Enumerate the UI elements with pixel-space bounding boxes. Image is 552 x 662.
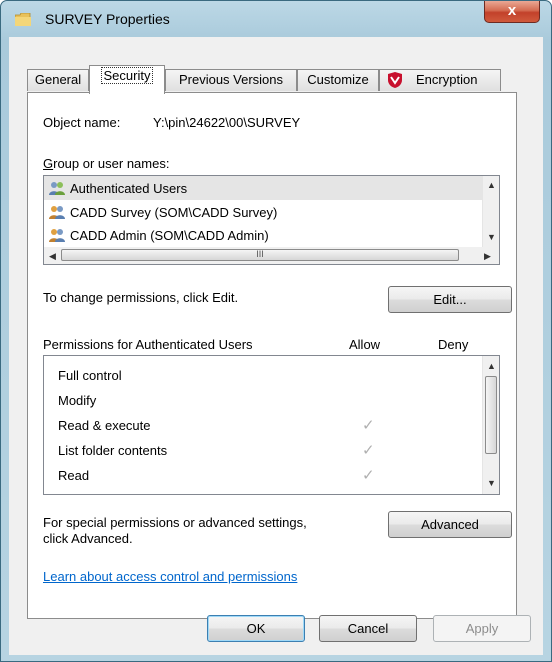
group-icon xyxy=(49,229,65,242)
user-list-vertical-scrollbar[interactable]: ▲ ▼ xyxy=(482,176,499,247)
scroll-down-icon[interactable]: ▼ xyxy=(487,232,496,242)
allow-check-icon: ✓ xyxy=(362,417,375,434)
allow-check-icon: ✓ xyxy=(362,442,375,459)
group-label: Group or user names: xyxy=(43,156,170,171)
user-list[interactable]: Authenticated Users CADD Survey (SOM\CAD… xyxy=(43,175,500,265)
advanced-button[interactable]: Advanced xyxy=(388,511,512,538)
learn-access-control-link[interactable]: Learn about access control and permissio… xyxy=(43,569,297,584)
object-name-value: Y:\pin\24622\00\SURVEY xyxy=(153,115,301,130)
scroll-left-icon[interactable]: ◀ xyxy=(49,251,56,261)
properties-window: SURVEY Properties x General Security Pre… xyxy=(0,0,552,662)
permissions-vertical-scrollbar[interactable]: ▲ ▼ xyxy=(482,356,499,494)
list-item[interactable]: CADD Admin (SOM\CADD Admin) xyxy=(48,225,478,246)
permission-modify: Modify xyxy=(58,393,97,408)
window-title: SURVEY Properties xyxy=(45,11,170,27)
scroll-right-icon[interactable]: ▶ xyxy=(484,251,491,261)
special-permissions-text-2: click Advanced. xyxy=(43,531,133,546)
list-item[interactable]: Authenticated Users xyxy=(48,178,478,199)
mcafee-shield-icon xyxy=(388,72,402,88)
security-panel: Object name: Y:\pin\24622\00\SURVEY Grou… xyxy=(27,92,517,619)
group-icon xyxy=(49,206,65,219)
scroll-up-icon[interactable]: ▲ xyxy=(487,361,496,371)
apply-button[interactable]: Apply xyxy=(433,615,531,642)
tab-encryption[interactable]: Encryption xyxy=(379,69,501,91)
object-name-label: Object name: xyxy=(43,115,121,130)
title-bar[interactable]: SURVEY Properties x xyxy=(1,1,551,37)
scroll-up-icon[interactable]: ▲ xyxy=(487,180,496,190)
edit-button[interactable]: Edit... xyxy=(388,286,512,313)
tab-previous-versions[interactable]: Previous Versions xyxy=(165,69,297,91)
ok-button[interactable]: OK xyxy=(207,615,305,642)
tab-general[interactable]: General xyxy=(27,69,89,91)
permission-full-control: Full control xyxy=(58,368,122,383)
tab-security[interactable]: Security xyxy=(89,65,165,94)
permission-read: Read xyxy=(58,468,90,483)
tab-customize[interactable]: Customize xyxy=(297,69,379,91)
vertical-scroll-thumb[interactable] xyxy=(485,376,497,454)
permissions-label: Permissions for Authenticated Users xyxy=(43,337,253,352)
permissions-list[interactable]: Full control Modify Read & execute ✓ Lis… xyxy=(43,355,500,495)
user-list-horizontal-scrollbar[interactable]: ◀ III ▶ xyxy=(44,247,499,264)
permission-read-execute: Read & execute xyxy=(58,418,151,433)
special-permissions-text: For special permissions or advanced sett… xyxy=(43,515,307,530)
allow-check-icon: ✓ xyxy=(362,467,375,484)
deny-header: Deny xyxy=(438,337,469,352)
scroll-down-icon[interactable]: ▼ xyxy=(487,478,496,488)
list-item[interactable]: CADD Survey (SOM\CADD Survey) xyxy=(48,202,478,223)
close-button[interactable]: x xyxy=(484,1,540,23)
tab-strip: General Security Previous Versions Custo… xyxy=(27,65,517,94)
dialog-client: General Security Previous Versions Custo… xyxy=(9,37,543,655)
users-icon xyxy=(49,182,65,195)
cancel-button[interactable]: Cancel xyxy=(319,615,417,642)
close-icon: x xyxy=(507,2,517,19)
folder-icon xyxy=(15,13,31,26)
change-permissions-text: To change permissions, click Edit. xyxy=(43,290,239,305)
horizontal-scroll-thumb[interactable]: III xyxy=(61,249,459,261)
permission-list-folder-contents: List folder contents xyxy=(58,443,168,458)
allow-header: Allow xyxy=(349,337,381,352)
